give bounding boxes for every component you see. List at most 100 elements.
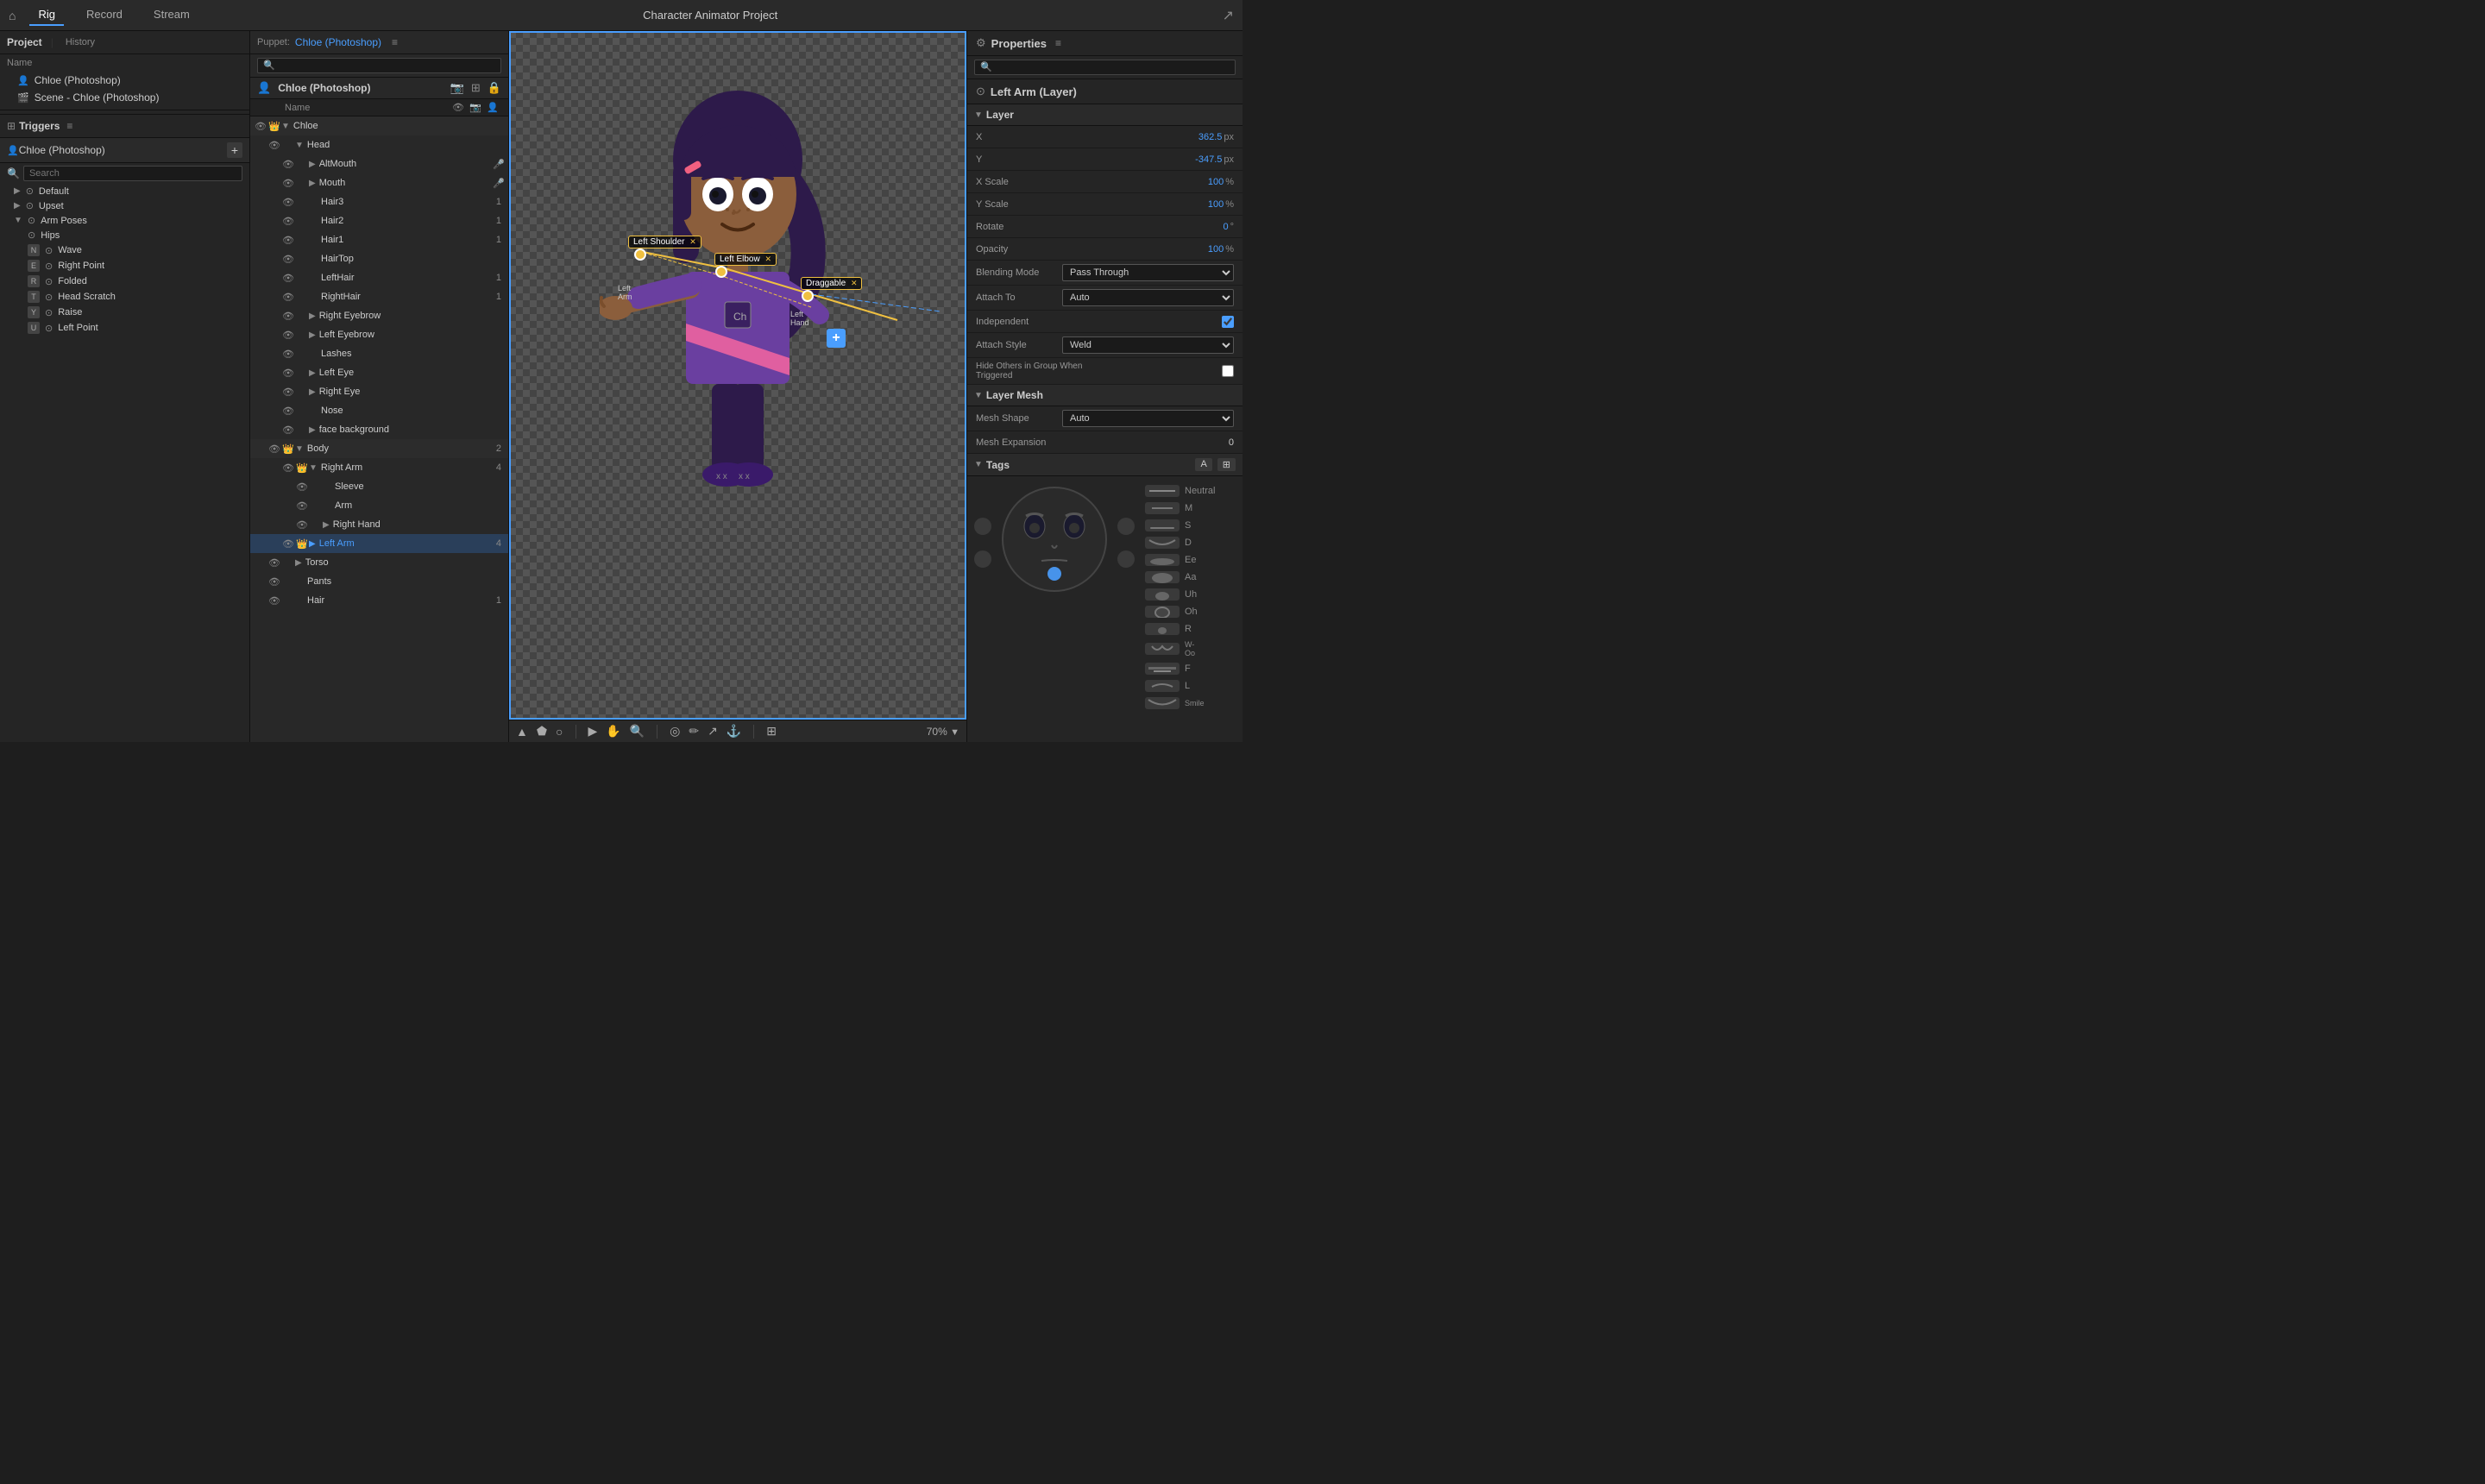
face-dot-left-bottom[interactable] [974,550,991,568]
mesh-shape-select[interactable]: Auto Rectangle Ellipse [1062,410,1234,427]
layer-torso[interactable]: 👁 ▶ Torso [250,553,508,572]
properties-search-input[interactable] [974,60,1236,75]
viseme-aa[interactable]: Aa [1145,569,1202,585]
properties-menu[interactable]: ≡ [1055,37,1061,49]
layer-hairtop[interactable]: 👁 HairTop [250,249,508,268]
viseme-r[interactable]: R [1145,621,1202,637]
vis-icon[interactable]: 👁 [295,481,309,493]
puppet-search-input[interactable] [257,58,501,73]
mesh-label-shoulder[interactable]: Left Shoulder ✕ [628,236,701,248]
layer-body[interactable]: 👁 👑 ▼ Body 2 [250,439,508,458]
vis-icon[interactable]: 👁 [254,121,267,132]
tag-settings-button[interactable]: ⊞ [1217,458,1236,471]
viseme-d[interactable]: D [1145,535,1202,550]
vis-icon[interactable]: 👁 [281,349,295,360]
lock-icon[interactable]: 🔒 [488,81,501,95]
viseme-oh[interactable]: Oh [1145,604,1202,619]
target-icon[interactable]: ◎ [670,724,680,739]
section-layer-header[interactable]: ▼ Layer [967,104,1242,126]
vis-icon[interactable]: 👁 [281,216,295,227]
layer-face-bg[interactable]: 👁 ▶ face background [250,420,508,439]
layer-right-eye[interactable]: 👁 ▶ Right Eye [250,382,508,401]
attach-style-select[interactable]: Weld Pin Free [1062,336,1234,354]
zoom-dropdown-icon[interactable]: ▼ [950,727,959,738]
vis-icon[interactable]: 👁 [281,254,295,265]
trigger-folded[interactable]: R ⊙ Folded [0,274,249,289]
vis-icon[interactable]: 👁 [281,368,295,379]
viseme-neutral[interactable]: Neutral [1145,483,1202,499]
prop-y-value[interactable]: -347.5 [1062,154,1222,165]
project-item-chloe[interactable]: 👤 Chloe (Photoshop) [0,72,249,89]
expand-icon[interactable]: ▼ [281,122,290,131]
blending-mode-select[interactable]: Pass Through Normal Multiply Screen [1062,264,1234,281]
layer-left-arm[interactable]: 👁 👑 ▶ Left Arm 4 [250,534,508,553]
viseme-m[interactable]: M [1145,500,1202,516]
tab-record[interactable]: Record [78,4,131,26]
puppet-menu-icon[interactable]: ≡ [392,36,398,48]
vis-icon[interactable]: 👁 [281,424,295,436]
vis-icon[interactable]: 👁 [281,387,295,398]
vis-icon[interactable]: 👁 [267,595,281,607]
expand-icon[interactable]: ▶ [309,387,316,397]
trigger-hips[interactable]: ⊙ Hips [0,228,249,242]
expand-icon[interactable]: ▶ [309,160,316,169]
vis-icon[interactable]: 👁 [295,519,309,531]
vis-icon[interactable]: 👁 [281,159,295,170]
expand-icon[interactable]: ▼ [295,141,304,150]
close-icon-elbow[interactable]: ✕ [764,255,771,263]
vis-icon[interactable]: 👁 [281,197,295,208]
vis-icon[interactable]: 👁 [281,292,295,303]
vis-icon[interactable]: 👁 [281,330,295,341]
trigger-right-point[interactable]: E ⊙ Right Point [0,258,249,274]
prop-yscale-value[interactable]: 100 [1062,199,1224,210]
layer-arm[interactable]: 👁 Arm [250,496,508,515]
expand-icon[interactable]: ▶ [295,558,302,568]
prop-rotate-value[interactable]: 0 [1062,222,1229,232]
layer-lashes[interactable]: 👁 Lashes [250,344,508,363]
zoom-icon[interactable]: 🔍 [630,724,645,739]
vis-icon[interactable]: 👁 [281,406,295,417]
expand-icon[interactable]: ▶ [309,368,316,378]
layer-right-eyebrow[interactable]: 👁 ▶ Right Eyebrow [250,306,508,325]
prop-xscale-value[interactable]: 100 [1062,177,1224,187]
layer-chloe[interactable]: 👁 👑 ▼ Chloe [250,116,508,135]
trigger-search-input[interactable] [23,166,242,181]
hide-others-checkbox[interactable] [1222,365,1234,377]
mesh-label-elbow[interactable]: Left Elbow ✕ [714,253,777,266]
layer-hair-root[interactable]: 👁 Hair 1 [250,591,508,610]
layer-hair2[interactable]: 👁 Hair2 1 [250,211,508,230]
trigger-wave[interactable]: N ⊙ Wave [0,242,249,258]
viseme-f[interactable]: F [1145,661,1202,676]
viseme-woo[interactable]: W-Oo [1145,638,1202,659]
expand-icon[interactable]: ▶ [323,520,330,530]
vis-icon[interactable]: 👁 [281,178,295,189]
viseme-uh[interactable]: Uh [1145,587,1202,602]
layer-mouth[interactable]: 👁 ▶ Mouth 🎤 [250,173,508,192]
prop-x-value[interactable]: 362.5 [1062,132,1222,142]
mesh-node-shoulder[interactable] [634,248,646,261]
vis-icon[interactable]: 👁 [267,443,281,455]
expand-icon[interactable]: ▼ [295,444,304,454]
viseme-s[interactable]: S [1145,518,1202,533]
prop-mesh-exp-value[interactable]: 0 [1062,437,1234,448]
trigger-left-point[interactable]: U ⊙ Left Point [0,320,249,336]
vis-icon[interactable]: 👁 [281,538,295,550]
grid-icon[interactable]: ⊞ [471,81,481,95]
add-node-button[interactable]: + [827,329,846,348]
hand-icon[interactable]: ✋ [606,724,620,739]
trigger-group-default[interactable]: ▶ ⊙ Default [0,184,249,198]
layer-left-eye[interactable]: 👁 ▶ Left Eye [250,363,508,382]
layer-hair3[interactable]: 👁 Hair3 1 [250,192,508,211]
layer-right-hand[interactable]: 👁 ▶ Right Hand [250,515,508,534]
viseme-ee[interactable]: Ee [1145,552,1202,568]
character-canvas[interactable]: Ch [509,31,966,720]
trigger-head-scratch[interactable]: T ⊙ Head Scratch [0,289,249,305]
mesh-node-hand[interactable] [802,290,814,302]
vis-icon[interactable]: 👁 [267,140,281,151]
grid-view-icon[interactable]: ⊞ [766,724,777,739]
layer-hair1[interactable]: 👁 Hair1 1 [250,230,508,249]
layer-altmouth[interactable]: 👁 ▶ AltMouth 🎤 [250,154,508,173]
face-dot-right-bottom[interactable] [1117,550,1135,568]
diamond-icon[interactable]: ⬟ [537,724,547,739]
expand-icon[interactable]: ▶ [309,311,316,321]
